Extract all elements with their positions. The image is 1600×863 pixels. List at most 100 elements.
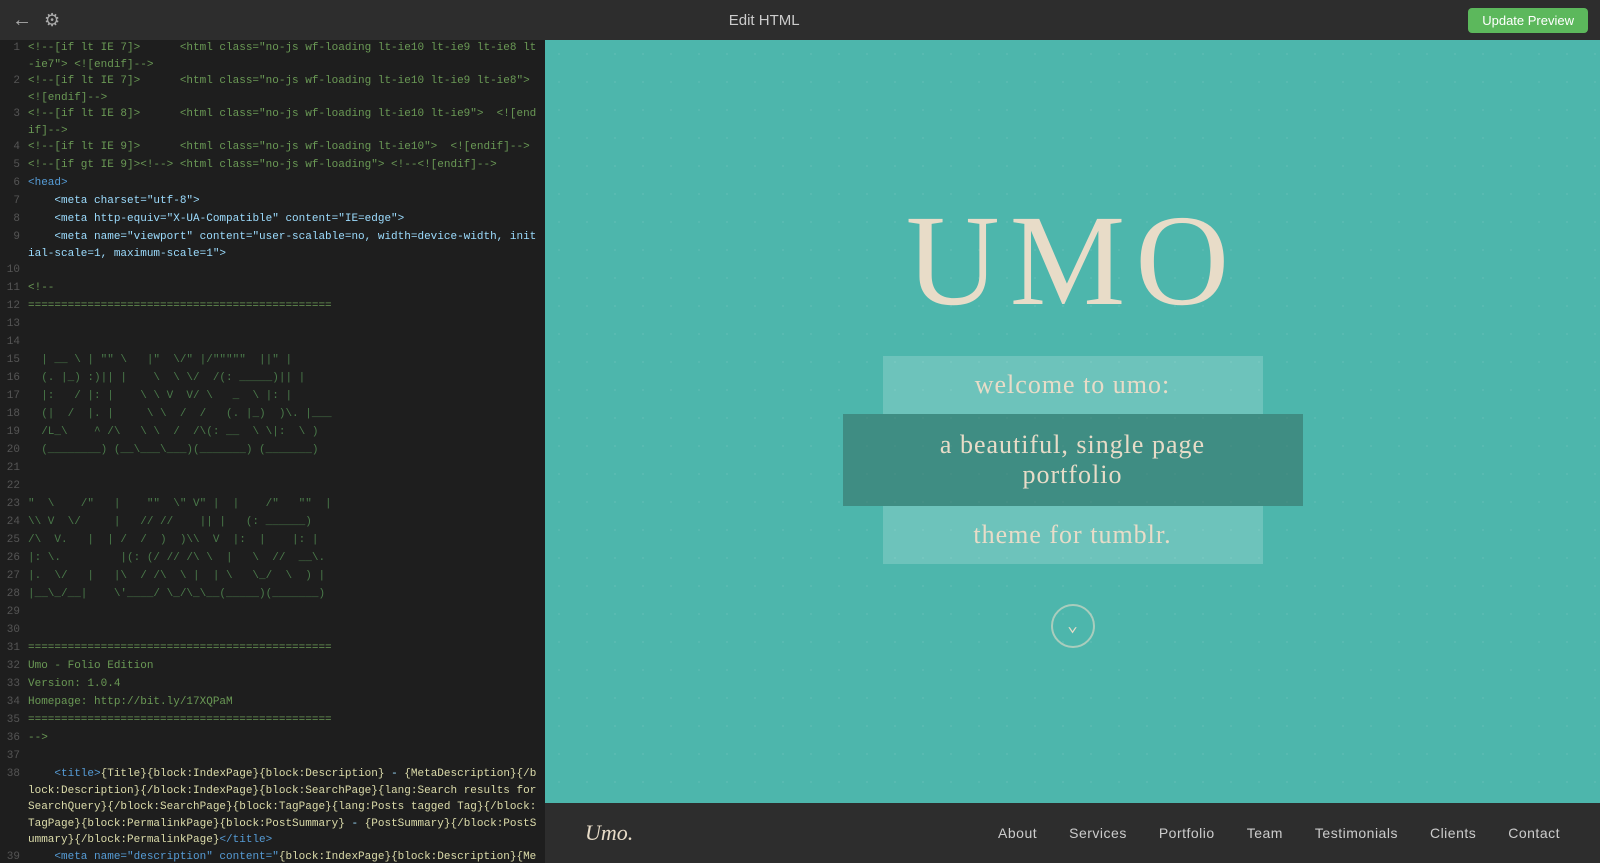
line-number: 25 (0, 532, 28, 550)
line-content: |__\_/__| \'____/ \_/\_\__(_____)(______… (28, 586, 545, 604)
line-number: 9 (0, 229, 28, 262)
line-number: 12 (0, 298, 28, 316)
line-number: 35 (0, 712, 28, 730)
main-content: 1<!--[if lt IE 7]> <html class="no-js wf… (0, 40, 1600, 863)
update-preview-button[interactable]: Update Preview (1468, 8, 1588, 33)
line-content: --> (28, 730, 545, 748)
line-number: 21 (0, 460, 28, 478)
code-line: 7 <meta charset="utf-8"> (0, 193, 545, 211)
line-content: <meta charset="utf-8"> (28, 193, 545, 211)
nav-link[interactable]: Portfolio (1159, 825, 1215, 841)
code-line: 5<!--[if gt IE 9]><!--> <html class="no-… (0, 157, 545, 175)
line-number: 28 (0, 586, 28, 604)
line-content: |: \. |(: (/ // /\ \ | \ // __\. (28, 550, 545, 568)
code-line: 32Umo - Folio Edition (0, 658, 545, 676)
line-content: Umo - Folio Edition (28, 658, 545, 676)
preview-navbar: Umo. AboutServicesPortfolioTeamTestimoni… (545, 803, 1600, 863)
nav-links: About Services Portfolio Team Testimonials Cl… (998, 825, 1560, 841)
top-bar: ← ⚙ Edit HTML Update Preview (0, 0, 1600, 40)
line-content (28, 460, 545, 478)
line-content (28, 316, 545, 334)
line-number: 32 (0, 658, 28, 676)
code-line: 34Homepage: http://bit.ly/17XQPaM (0, 694, 545, 712)
line-content: <meta name="viewport" content="user-scal… (28, 229, 545, 262)
code-line: 2<!--[if lt IE 7]> <html class="no-js wf… (0, 73, 545, 106)
gear-button[interactable]: ⚙ (44, 10, 60, 31)
code-line: 37 (0, 748, 545, 766)
code-line: 9 <meta name="viewport" content="user-sc… (0, 229, 545, 262)
nav-link[interactable]: Testimonials (1315, 825, 1398, 841)
subtitle-line3: theme for tumblr. (883, 506, 1263, 564)
code-line: 31======================================… (0, 640, 545, 658)
line-content (28, 604, 545, 622)
line-number: 17 (0, 388, 28, 406)
line-content: ========================================… (28, 640, 545, 658)
line-number: 19 (0, 424, 28, 442)
code-line: 6<head> (0, 175, 545, 193)
line-content: " \ /" | "" \" V" | | /" "" | (28, 496, 545, 514)
line-content (28, 748, 545, 766)
line-content: <!--[if lt IE 7]> <html class="no-js wf-… (28, 40, 545, 73)
line-number: 37 (0, 748, 28, 766)
line-number: 5 (0, 157, 28, 175)
nav-link[interactable]: Contact (1508, 825, 1560, 841)
line-content: | __ \ | "" \ |" \/" |/""""" ||" | (28, 352, 545, 370)
back-button[interactable]: ← (12, 9, 32, 32)
line-number: 10 (0, 262, 28, 280)
line-number: 34 (0, 694, 28, 712)
line-content: <!--[if lt IE 8]> <html class="no-js wf-… (28, 106, 545, 139)
line-number: 8 (0, 211, 28, 229)
line-number: 3 (0, 106, 28, 139)
line-content: <meta name="description" content="{block… (28, 849, 545, 863)
scroll-down-button[interactable]: ⌄ (1051, 604, 1095, 648)
line-number: 33 (0, 676, 28, 694)
line-content: |: / |: | \ \ V V/ \ _ \ |: | (28, 388, 545, 406)
code-line: 38 <title>{Title}{block:IndexPage}{block… (0, 766, 545, 849)
code-line: 36--> (0, 730, 545, 748)
code-editor[interactable]: 1<!--[if lt IE 7]> <html class="no-js wf… (0, 40, 545, 863)
line-content: <title>{Title}{block:IndexPage}{block:De… (28, 766, 545, 849)
code-line: 8 <meta http-equiv="X-UA-Compatible" con… (0, 211, 545, 229)
line-content: <!-- (28, 280, 545, 298)
line-number: 14 (0, 334, 28, 352)
line-content: Homepage: http://bit.ly/17XQPaM (28, 694, 545, 712)
nav-link[interactable]: About (998, 825, 1037, 841)
line-number: 36 (0, 730, 28, 748)
line-content: <head> (28, 175, 545, 193)
code-line: 11<!-- (0, 280, 545, 298)
code-line: 39 <meta name="description" content="{bl… (0, 849, 545, 863)
line-number: 22 (0, 478, 28, 496)
line-number: 29 (0, 604, 28, 622)
code-line: 21 (0, 460, 545, 478)
line-content: <meta http-equiv="X-UA-Compatible" conte… (28, 211, 545, 229)
nav-link[interactable]: Services (1069, 825, 1127, 841)
nav-link[interactable]: Clients (1430, 825, 1476, 841)
line-content: Version: 1.0.4 (28, 676, 545, 694)
line-number: 38 (0, 766, 28, 849)
code-line: 1<!--[if lt IE 7]> <html class="no-js wf… (0, 40, 545, 73)
code-line: 20 (________) (__\___\___)(_______) (___… (0, 442, 545, 460)
line-number: 6 (0, 175, 28, 193)
code-line: 35======================================… (0, 712, 545, 730)
line-content: <!--[if lt IE 9]> <html class="no-js wf-… (28, 139, 545, 157)
code-line: 28|__\_/__| \'____/ \_/\_\__(_____)(____… (0, 586, 545, 604)
line-content: /L_\ ^ /\ \ \ / /\(: __ \ \|: \ ) (28, 424, 545, 442)
line-content: (| / |. | \ \ / / (. |_) )\. |___ (28, 406, 545, 424)
line-content: (. |_) :)|| | \ \ \/ /(: _____)|| | (28, 370, 545, 388)
preview-hero: UMO welcome to umo: a beautiful, single … (545, 40, 1600, 803)
line-content: ========================================… (28, 712, 545, 730)
preview-panel: UMO welcome to umo: a beautiful, single … (545, 40, 1600, 863)
line-number: 23 (0, 496, 28, 514)
code-line: 3<!--[if lt IE 8]> <html class="no-js wf… (0, 106, 545, 139)
line-content: (________) (__\___\___)(_______) (______… (28, 442, 545, 460)
code-line: 4<!--[if lt IE 9]> <html class="no-js wf… (0, 139, 545, 157)
code-line: 30 (0, 622, 545, 640)
nav-link[interactable]: Team (1247, 825, 1283, 841)
code-line: 12======================================… (0, 298, 545, 316)
line-number: 13 (0, 316, 28, 334)
subtitle-line1: welcome to umo: (883, 356, 1263, 414)
line-content: \\ V \/ | // // || | (: ______) (28, 514, 545, 532)
line-number: 2 (0, 73, 28, 106)
subtitle-line2: a beautiful, single page portfolio (843, 414, 1303, 506)
code-line: 15 | __ \ | "" \ |" \/" |/""""" ||" | (0, 352, 545, 370)
